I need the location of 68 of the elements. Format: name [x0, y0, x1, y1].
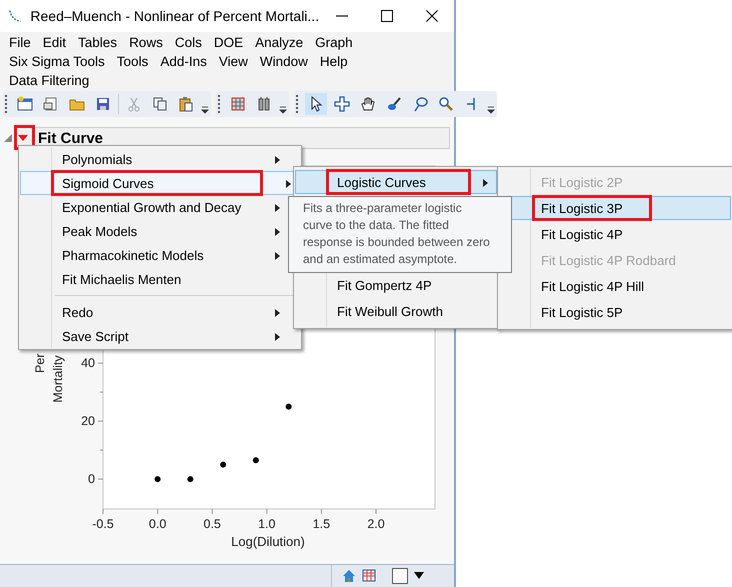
menu-item[interactable]: Fit Gompertz 4P — [295, 273, 497, 297]
color-swatch[interactable] — [392, 568, 408, 584]
menu-item[interactable]: Pharmacokinetic Models — [20, 243, 289, 267]
tick-label: 0 — [88, 472, 95, 486]
data-point — [286, 404, 292, 410]
menu-item[interactable]: Polynomials — [20, 147, 289, 171]
window-icon[interactable] — [17, 96, 33, 112]
search-icon[interactable] — [438, 96, 454, 112]
axis-title: Per — [33, 354, 47, 373]
tick-label: -0.5 — [92, 517, 114, 531]
menu-item[interactable]: Graph — [315, 35, 353, 50]
tooltip: Fits a three-parameter logistic curve to the data. The fitted response is bounded between zero and an estimated asymptote. — [288, 196, 512, 273]
curve-icon — [8, 8, 22, 24]
copy-icon[interactable] — [152, 96, 168, 112]
axis-title: Log(Dilution) — [231, 534, 305, 549]
menu-item[interactable]: Cols — [174, 35, 202, 50]
menu-item[interactable]: File — [9, 35, 31, 50]
hand-icon[interactable] — [360, 96, 376, 112]
menu-item[interactable]: Fit Michaelis Menten — [20, 267, 289, 291]
menu-item[interactable]: Rows — [129, 35, 163, 50]
tick-label: 40 — [81, 356, 95, 370]
minimize-icon[interactable] — [336, 15, 348, 17]
menu-item[interactable]: Logistic Curves — [295, 170, 497, 194]
dropdown-icon[interactable] — [414, 572, 424, 580]
menu-item[interactable]: View — [218, 54, 248, 69]
menu-item[interactable]: Analyze — [255, 35, 304, 50]
clipboard-icon[interactable] — [178, 96, 194, 112]
data-point — [220, 462, 226, 468]
table-icon[interactable] — [362, 569, 378, 583]
menu-item[interactable]: Edit — [42, 35, 66, 50]
menu-item[interactable]: DOE — [214, 35, 244, 50]
tick-label: 0.5 — [204, 517, 221, 531]
document-icon[interactable] — [43, 96, 59, 112]
data-point — [154, 476, 161, 482]
tick-label: 1.5 — [312, 517, 330, 531]
lasso-icon[interactable] — [412, 96, 428, 112]
menu-item[interactable]: Window — [260, 54, 308, 69]
section-title: Fit Curve — [38, 130, 104, 146]
tick-label: 20 — [81, 414, 95, 428]
tick-label: 1.0 — [258, 517, 276, 531]
save-icon[interactable] — [95, 96, 111, 112]
home-icon[interactable] — [342, 569, 356, 583]
tick-label: 0.0 — [148, 517, 166, 531]
menu-item[interactable]: Redo — [20, 300, 289, 324]
menu-item[interactable]: Save Script — [20, 324, 289, 348]
close-icon[interactable] — [426, 10, 438, 22]
menu-item[interactable]: Help — [320, 54, 348, 69]
grid-icon[interactable] — [230, 96, 246, 112]
crosshair-icon[interactable] — [334, 96, 350, 112]
menu-item[interactable]: Tables — [78, 35, 118, 50]
maximize-icon[interactable] — [380, 10, 393, 22]
menu-item[interactable]: Six Sigma Tools — [9, 54, 105, 69]
disclosure-icon[interactable] — [3, 133, 13, 143]
menu-item[interactable]: Add-Ins — [160, 54, 207, 69]
axis-title: Mortality — [51, 355, 65, 403]
data-point — [252, 457, 259, 464]
brush-icon[interactable] — [386, 96, 402, 112]
menu-item[interactable]: Fit Logistic 4P Hill — [499, 274, 731, 298]
window-title: Reed–Muench - Nonlinear of Percent Mortali... — [30, 8, 320, 24]
menu-item[interactable]: Peak Models — [20, 219, 289, 243]
menu-item[interactable]: Data Filtering — [9, 73, 90, 88]
menu-item[interactable]: Exponential Growth and Decay — [20, 195, 289, 219]
columns-icon[interactable] — [256, 96, 272, 112]
data-point — [187, 476, 194, 482]
menu-item[interactable]: Tools — [116, 54, 148, 69]
menu-item[interactable]: Fit Logistic 5P — [499, 300, 731, 324]
tick-label: 2.0 — [367, 517, 385, 531]
menu-item[interactable]: Fit Weibull Growth — [295, 299, 497, 323]
